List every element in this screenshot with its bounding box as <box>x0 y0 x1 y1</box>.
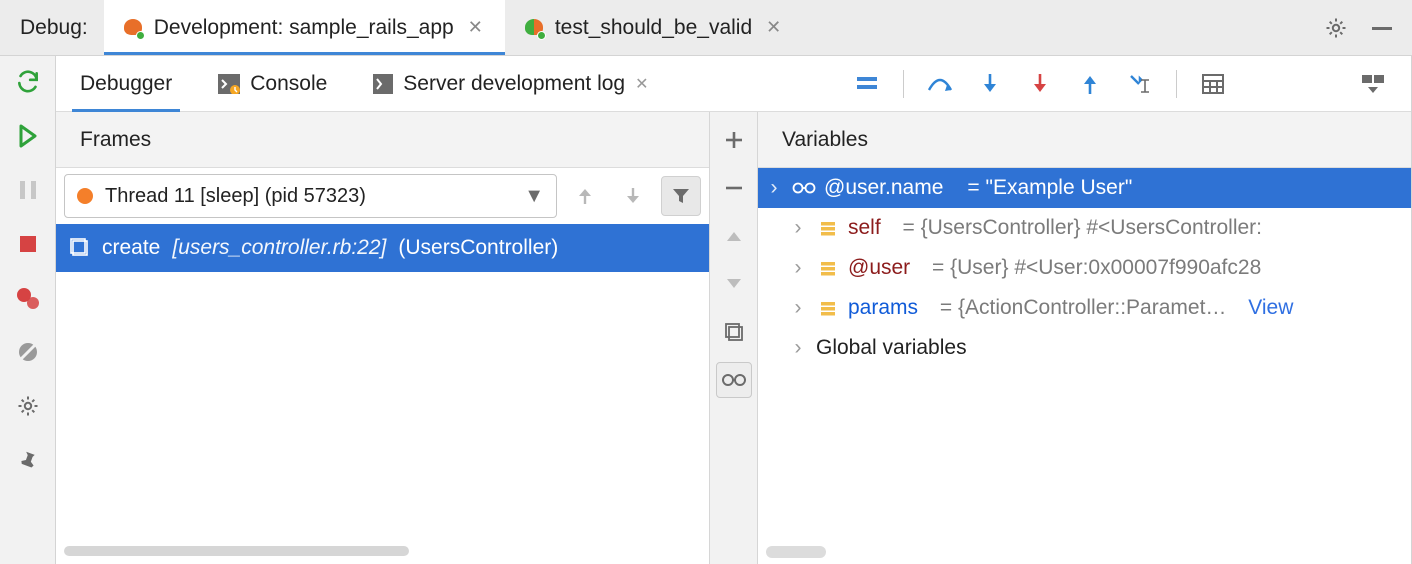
variables-toolbar <box>710 112 758 564</box>
run-tab-test[interactable]: test_should_be_valid ✕ <box>505 0 803 55</box>
subtab-label: Console <box>250 72 327 96</box>
chevron-down-icon: ▼ <box>524 185 544 208</box>
duplicate-watch-button[interactable] <box>716 314 752 350</box>
run-tab-label: Development: sample_rails_app <box>154 16 454 40</box>
frames-header: Frames <box>56 112 709 168</box>
run-configurations-tabs: Development: sample_rails_app ✕ test_sho… <box>104 0 1306 55</box>
evaluate-expression-button[interactable] <box>1199 70 1227 98</box>
variable-row-user[interactable]: › @user = {User} #<User:0x00007f990afc28 <box>758 248 1411 288</box>
mute-breakpoints-button[interactable] <box>12 336 44 368</box>
separator <box>1176 70 1177 98</box>
variable-row-params[interactable]: › params = {ActionController::Paramet… V… <box>758 288 1411 328</box>
thread-select[interactable]: Thread 11 [sleep] (pid 57323) ▼ <box>64 174 557 218</box>
pause-button[interactable] <box>12 174 44 206</box>
watch-row[interactable]: › @user.name = "Example User" <box>758 168 1411 208</box>
horizontal-scrollbar[interactable] <box>766 546 826 558</box>
debug-side-toolbar <box>0 56 56 564</box>
show-watches-button[interactable] <box>716 362 752 398</box>
close-icon[interactable]: ✕ <box>635 74 648 94</box>
new-watch-button[interactable] <box>716 122 752 158</box>
expand-icon[interactable]: › <box>764 176 784 200</box>
variable-row-self[interactable]: › self = {UsersController} #<UsersContro… <box>758 208 1411 248</box>
variable-value: = {ActionController::Paramet… <box>940 296 1227 320</box>
variable-row-globals[interactable]: › Global variables <box>758 328 1411 368</box>
separator <box>903 70 904 98</box>
close-icon[interactable]: ✕ <box>762 17 785 38</box>
resume-button[interactable] <box>12 120 44 152</box>
panel-actions <box>1306 14 1412 42</box>
thread-label: Thread 11 [sleep] (pid 57323) <box>105 185 366 208</box>
log-icon <box>373 74 393 94</box>
thread-selector-row: Thread 11 [sleep] (pid 57323) ▼ <box>56 168 709 224</box>
remove-watch-button[interactable] <box>716 170 752 206</box>
horizontal-scrollbar[interactable] <box>64 544 691 558</box>
show-execution-point-button[interactable] <box>853 70 881 98</box>
filter-frames-button[interactable] <box>661 176 701 216</box>
frame-icon <box>70 238 90 258</box>
rails-icon <box>122 17 144 39</box>
move-watch-up-button[interactable] <box>716 218 752 254</box>
frame-list[interactable]: create [users_controller.rb:22] (UsersCo… <box>56 224 709 564</box>
rerun-button[interactable] <box>12 66 44 98</box>
frame-class: (UsersController) <box>398 236 558 260</box>
run-to-cursor-button[interactable] <box>1126 70 1154 98</box>
frames-pane: Frames Thread 11 [sleep] (pid 57323) ▼ <box>56 112 710 564</box>
frame-item[interactable]: create [users_controller.rb:22] (UsersCo… <box>56 224 709 272</box>
variable-name: @user <box>848 256 910 280</box>
debug-panels: Debugger Console Server development log … <box>56 56 1412 564</box>
variable-value: = {User} #<User:0x00007f990afc28 <box>932 256 1261 280</box>
view-link[interactable]: View <box>1248 296 1293 320</box>
panel-title: Debug: <box>0 16 104 40</box>
debug-tabs-bar: Debug: Development: sample_rails_app ✕ t… <box>0 0 1412 56</box>
subtab-console[interactable]: Console <box>218 56 327 111</box>
gear-icon[interactable] <box>1322 14 1350 42</box>
field-icon <box>816 298 840 318</box>
subtab-debugger[interactable]: Debugger <box>80 56 172 111</box>
subtab-label: Debugger <box>80 72 172 96</box>
expand-icon[interactable]: › <box>788 336 808 360</box>
watch-expression: @user.name <box>824 176 943 200</box>
expand-icon[interactable]: › <box>788 256 808 280</box>
run-tab-label: test_should_be_valid <box>555 16 752 40</box>
stop-button[interactable] <box>12 228 44 260</box>
frame-method: create <box>102 236 160 260</box>
close-icon[interactable]: ✕ <box>464 17 487 38</box>
thread-status-icon <box>77 188 93 204</box>
variables-header: Variables <box>758 112 1411 168</box>
test-icon <box>523 17 545 39</box>
field-icon <box>816 218 840 238</box>
step-over-button[interactable] <box>926 70 954 98</box>
minimize-icon[interactable] <box>1368 14 1396 42</box>
expand-icon[interactable]: › <box>788 296 808 320</box>
variables-tree[interactable]: › @user.name = "Example User" › <box>758 168 1411 564</box>
pin-button[interactable] <box>12 444 44 476</box>
layout-settings-button[interactable] <box>1359 70 1387 98</box>
stepping-toolbar <box>853 70 1227 98</box>
step-out-button[interactable] <box>1076 70 1104 98</box>
debugger-settings-button[interactable] <box>12 390 44 422</box>
debug-content: Debugger Console Server development log … <box>0 56 1412 564</box>
watch-value: = "Example User" <box>967 176 1132 200</box>
variable-name: Global variables <box>816 336 967 360</box>
variable-name: params <box>848 296 918 320</box>
variables-pane: Variables › @user.name = "Example User" … <box>758 112 1411 564</box>
variable-name: self <box>848 216 881 240</box>
variable-value: = {UsersController} #<UsersController: <box>903 216 1262 240</box>
console-icon <box>218 74 240 94</box>
debugger-subtabs: Debugger Console Server development log … <box>56 56 1411 112</box>
next-frame-button[interactable] <box>613 176 653 216</box>
field-icon <box>816 258 840 278</box>
run-tab-development[interactable]: Development: sample_rails_app ✕ <box>104 0 505 55</box>
step-into-button[interactable] <box>976 70 1004 98</box>
view-breakpoints-button[interactable] <box>12 282 44 314</box>
force-step-into-button[interactable] <box>1026 70 1054 98</box>
expand-icon[interactable]: › <box>788 216 808 240</box>
debugger-panes: Frames Thread 11 [sleep] (pid 57323) ▼ <box>56 112 1411 564</box>
subtab-label: Server development log <box>403 72 625 96</box>
subtab-server-log[interactable]: Server development log ✕ <box>373 56 648 111</box>
move-watch-down-button[interactable] <box>716 266 752 302</box>
frame-location: [users_controller.rb:22] <box>172 236 386 260</box>
glasses-icon <box>792 181 816 195</box>
prev-frame-button[interactable] <box>565 176 605 216</box>
